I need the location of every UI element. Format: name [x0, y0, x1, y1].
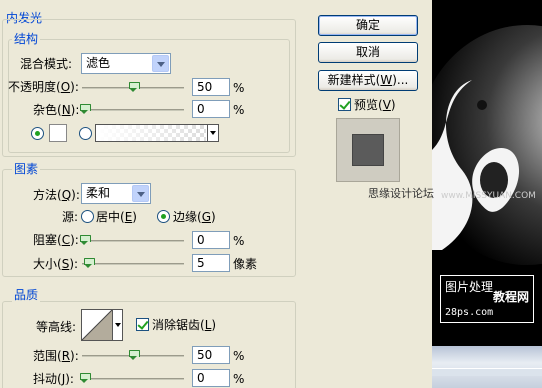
- choke-slider[interactable]: [80, 235, 184, 245]
- structure-legend: 结构: [12, 32, 41, 46]
- color-swatch[interactable]: [49, 124, 67, 142]
- source-edge-radio[interactable]: [157, 210, 170, 223]
- opacity-input[interactable]: 50: [192, 78, 230, 96]
- watermark-forum-text: 思缘设计论坛: [368, 187, 434, 200]
- method-select[interactable]: 柔和: [81, 183, 151, 204]
- cancel-button[interactable]: 取消: [318, 42, 418, 63]
- noise-input[interactable]: 0: [192, 100, 230, 118]
- size-slider[interactable]: [82, 258, 184, 268]
- watermark-badge: 图片处理 教程网 28ps.com: [440, 275, 534, 323]
- choke-unit: %: [233, 234, 245, 248]
- size-slider-thumb[interactable]: [84, 258, 95, 269]
- jitter-label: 抖动(J):: [33, 372, 74, 386]
- noise-slider[interactable]: [80, 104, 184, 114]
- blend-mode-label: 混合模式:: [20, 57, 73, 71]
- size-unit: 像素: [233, 257, 258, 271]
- range-slider[interactable]: [82, 350, 184, 360]
- style-preview-square: [352, 134, 384, 166]
- opacity-unit: %: [233, 81, 245, 95]
- jitter-slider[interactable]: [80, 373, 184, 383]
- canvas-scroll-strip: [432, 368, 542, 376]
- range-unit: %: [233, 349, 245, 363]
- noise-unit: %: [233, 103, 245, 117]
- source-center-label: 居中(E): [96, 210, 137, 224]
- opacity-slider-thumb[interactable]: [129, 82, 140, 93]
- range-input[interactable]: 50: [192, 346, 230, 364]
- blend-mode-select[interactable]: 滤色: [81, 53, 171, 74]
- contour-picker[interactable]: [81, 309, 123, 341]
- contour-curve-icon: [82, 310, 112, 340]
- range-label: 范围(R):: [33, 349, 79, 363]
- new-style-button[interactable]: 新建样式(W)...: [318, 70, 418, 91]
- style-preview: [336, 118, 400, 182]
- contour-dropdown-icon[interactable]: [112, 310, 122, 340]
- noise-slider-thumb[interactable]: [80, 104, 91, 115]
- blend-mode-value: 滤色: [86, 56, 111, 70]
- gradient-dropdown-icon[interactable]: [207, 125, 218, 141]
- source-label: 源:: [62, 210, 79, 224]
- ok-button[interactable]: 确定: [318, 15, 418, 36]
- color-radio[interactable]: [31, 127, 44, 140]
- canvas-bottom-strip: [432, 346, 542, 388]
- choke-slider-thumb[interactable]: [80, 235, 91, 246]
- badge-line1: 图片处理: [445, 280, 494, 294]
- badge-line3: 28ps.com: [445, 307, 494, 318]
- noise-label: 杂色(N):: [33, 103, 80, 117]
- opacity-slider[interactable]: [82, 82, 184, 92]
- chevron-down-icon: [152, 55, 169, 72]
- source-center-radio[interactable]: [81, 210, 94, 223]
- choke-label: 阻塞(C):: [33, 233, 79, 247]
- opacity-label: 不透明度(O):: [8, 80, 79, 94]
- source-edge-label: 边缘(G): [173, 210, 216, 224]
- jitter-slider-thumb[interactable]: [80, 373, 91, 384]
- contour-label: 等高线:: [36, 320, 77, 334]
- size-input[interactable]: 5: [192, 254, 230, 272]
- gradient-radio[interactable]: [79, 127, 92, 140]
- badge-line2: 教程网: [493, 290, 530, 304]
- preview-label: 预览(V): [354, 98, 396, 112]
- range-slider-thumb[interactable]: [129, 350, 140, 361]
- elements-legend: 图素: [12, 162, 41, 176]
- antialias-label: 消除锯齿(L): [152, 318, 217, 332]
- document-canvas: 图片处理 教程网 28ps.com: [432, 0, 542, 346]
- gradient-picker[interactable]: [95, 124, 219, 142]
- gradient-preview: [96, 125, 206, 141]
- chevron-down-icon: [132, 185, 149, 202]
- method-label: 方法(Q):: [33, 188, 80, 202]
- choke-input[interactable]: 0: [192, 231, 230, 249]
- preview-checkbox[interactable]: [338, 98, 351, 111]
- jitter-input[interactable]: 0: [192, 369, 230, 387]
- method-value: 柔和: [86, 186, 111, 200]
- antialias-checkbox[interactable]: [136, 318, 149, 331]
- jitter-unit: %: [233, 372, 245, 386]
- size-label: 大小(S):: [33, 257, 79, 271]
- quality-legend: 品质: [12, 288, 41, 302]
- watermark-site: www.MISSYUAN.COM: [441, 191, 536, 201]
